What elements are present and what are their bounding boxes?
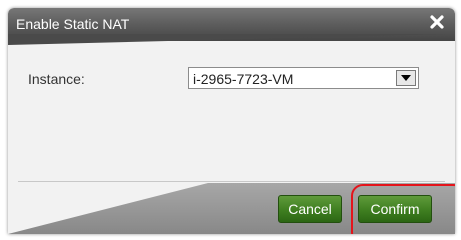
cancel-button[interactable]: Cancel: [278, 195, 342, 223]
instance-select-value: i-2965-7723-VM: [193, 71, 294, 87]
titlebar-decoration: [8, 34, 448, 45]
dialog-titlebar: Enable Static NAT: [8, 8, 455, 45]
footer-decoration: [8, 183, 208, 234]
close-x-icon[interactable]: [429, 14, 445, 30]
dialog-title: Enable Static NAT: [16, 16, 130, 32]
instance-label: Instance:: [28, 71, 85, 87]
instance-select[interactable]: i-2965-7723-VM: [188, 67, 419, 89]
divider: [18, 181, 445, 182]
chevron-down-icon[interactable]: [396, 70, 416, 86]
confirm-button[interactable]: Confirm: [358, 195, 432, 223]
enable-static-nat-dialog: Enable Static NAT Instance: i-2965-7723-…: [8, 8, 455, 234]
